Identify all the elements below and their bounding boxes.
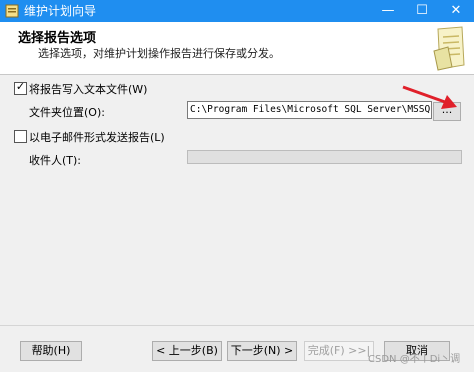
close-button[interactable]: ✕ [440, 0, 472, 22]
write-to-file-label: 将报告写入文本文件(W) [29, 83, 148, 96]
help-button[interactable]: 帮助(H) [20, 341, 82, 361]
recipient-select[interactable] [187, 150, 462, 164]
minimize-button[interactable]: — [372, 0, 404, 22]
watermark: CSDN @不丨Di丶调 [368, 354, 461, 365]
email-report-label: 以电子邮件形式发送报告(L) [29, 131, 165, 144]
page-subtitle: 选择选项，对维护计划操作报告进行保存或分发。 [38, 47, 280, 60]
wizard-window: 维护计划向导 — ☐ ✕ 选择报告选项 选择选项，对维护计划操作报告进行保存或分… [0, 0, 474, 372]
red-arrow-annotation [402, 85, 457, 109]
close-icon: ✕ [450, 3, 462, 18]
wizard-header: 选择报告选项 选择选项，对维护计划操作报告进行保存或分发。 [0, 22, 474, 75]
folder-location-label: 文件夹位置(O): [29, 106, 105, 119]
title-bar: 维护计划向导 — ☐ ✕ [0, 0, 474, 22]
minimize-icon: — [381, 3, 395, 18]
email-report-checkbox[interactable] [14, 130, 27, 143]
report-document-icon [433, 26, 465, 71]
page-title: 选择报告选项 [18, 31, 97, 46]
folder-location-input[interactable]: C:\Program Files\Microsoft SQL Server\MS… [187, 101, 432, 119]
maximize-button[interactable]: ☐ [406, 0, 438, 22]
wizard-app-icon [5, 4, 19, 18]
finish-button[interactable]: 完成(F) >>| [304, 341, 374, 361]
window-title: 维护计划向导 [24, 4, 97, 18]
back-button[interactable]: < 上一步(B) [152, 341, 222, 361]
maximize-icon: ☐ [416, 3, 428, 18]
next-button[interactable]: 下一步(N) > [227, 341, 297, 361]
checkmark-icon: ✓ [15, 80, 26, 93]
recipient-label: 收件人(T): [29, 154, 82, 167]
write-to-file-checkbox[interactable]: ✓ [14, 80, 27, 95]
